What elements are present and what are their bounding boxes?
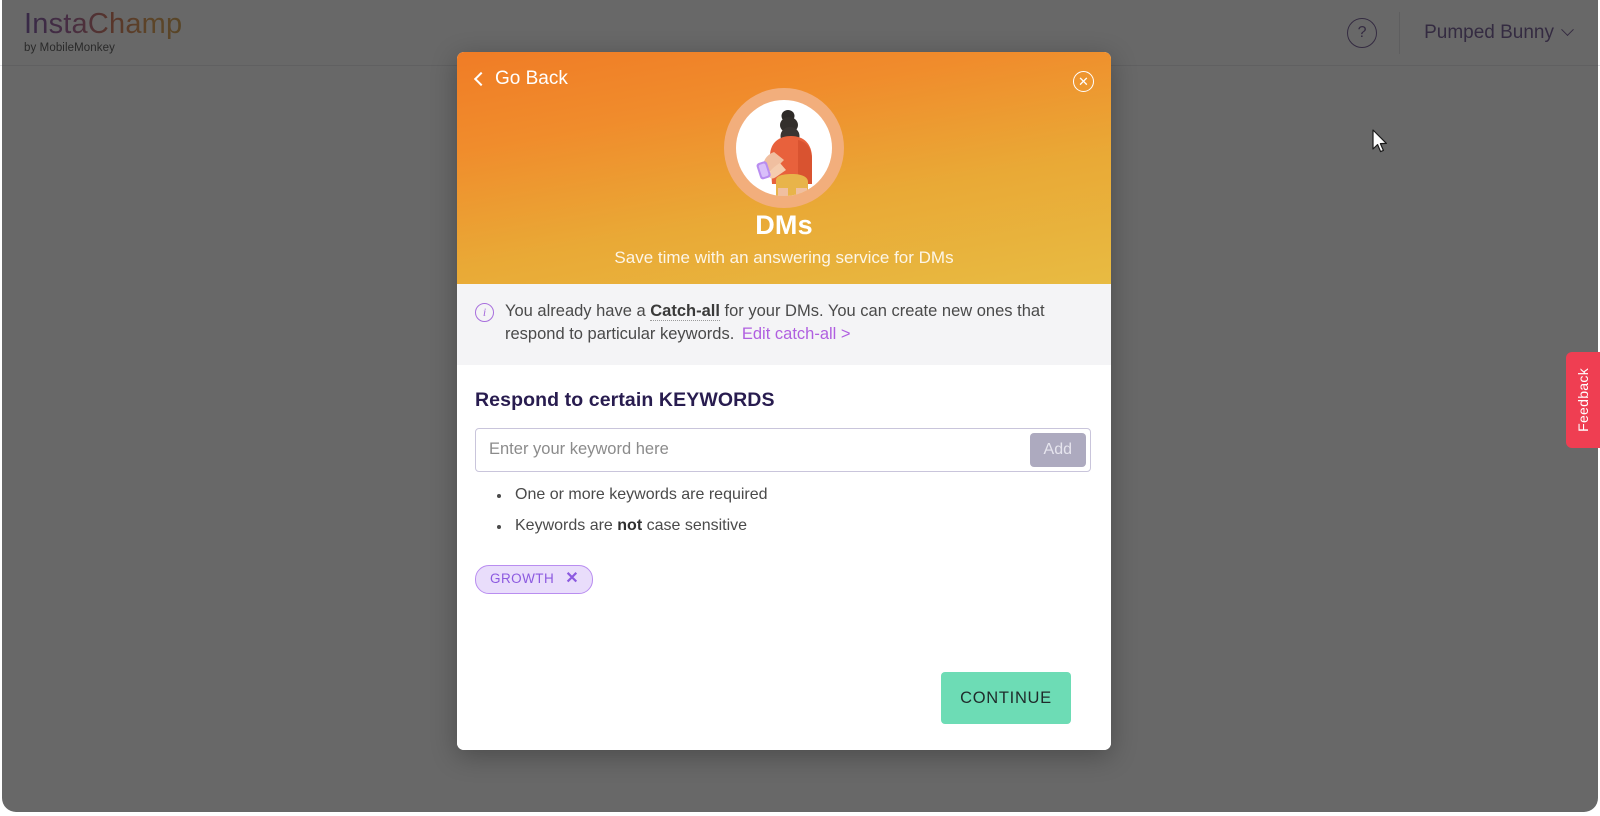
edit-catch-all-link[interactable]: Edit catch-all > — [742, 325, 851, 343]
list-item: Keywords are not case sensitive — [497, 517, 1091, 535]
keyword-chip[interactable]: GROWTH ✕ — [475, 564, 594, 594]
mouse-cursor — [1372, 129, 1387, 153]
modal-hero: Go Back ✕ DMs Save time with an answerin… — [457, 52, 1111, 284]
modal-title: DMs — [755, 210, 813, 240]
app-root: InstaChamp by MobileMonkey ? Pumped Bunn… — [0, 0, 1600, 816]
keyword-chip-list: GROWTH ✕ — [475, 564, 1091, 594]
info-banner: i You already have a Catch-all for your … — [457, 284, 1111, 365]
feedback-tab[interactable]: Feedback — [1566, 352, 1600, 448]
keyword-input-row: Add — [475, 427, 1091, 472]
chevron-left-icon — [473, 71, 489, 86]
add-keyword-button[interactable]: Add — [1029, 432, 1086, 467]
modal-body: Respond to certain KEYWORDS Add One or m… — [457, 364, 1111, 750]
continue-button[interactable]: CONTINUE — [941, 672, 1071, 724]
avatar — [724, 88, 844, 208]
catch-all-term: Catch-all — [650, 302, 720, 321]
keyword-hints: One or more keywords are required Keywor… — [497, 486, 1091, 548]
dms-modal: Go Back ✕ DMs Save time with an answerin… — [457, 52, 1111, 750]
info-text-before: You already have a — [505, 302, 651, 320]
person-with-phone-illustration — [756, 110, 812, 196]
hint-suffix: case sensitive — [642, 516, 748, 534]
go-back-button[interactable]: Go Back — [473, 68, 568, 90]
hint-prefix: One or more keywords are required — [515, 485, 768, 503]
modal-subtitle: Save time with an answering service for … — [614, 248, 954, 267]
keyword-chip-label: GROWTH — [490, 571, 555, 587]
close-button[interactable]: ✕ — [1073, 71, 1094, 92]
page-title: Respond to certain KEYWORDS — [475, 388, 775, 411]
modal-footer: CONTINUE — [475, 672, 1091, 750]
hint-prefix: Keywords are — [515, 516, 618, 534]
list-item: One or more keywords are required — [497, 486, 1091, 504]
keyword-input[interactable] — [476, 428, 1030, 471]
info-banner-text: You already have a Catch-all for your DM… — [505, 300, 1089, 347]
avatar-image — [736, 100, 832, 196]
feedback-tab-label: Feedback — [1575, 368, 1591, 432]
hint-bold: not — [617, 516, 643, 534]
info-circle-icon: i — [475, 303, 494, 322]
go-back-label: Go Back — [495, 68, 568, 89]
close-x-icon[interactable]: ✕ — [565, 570, 579, 587]
